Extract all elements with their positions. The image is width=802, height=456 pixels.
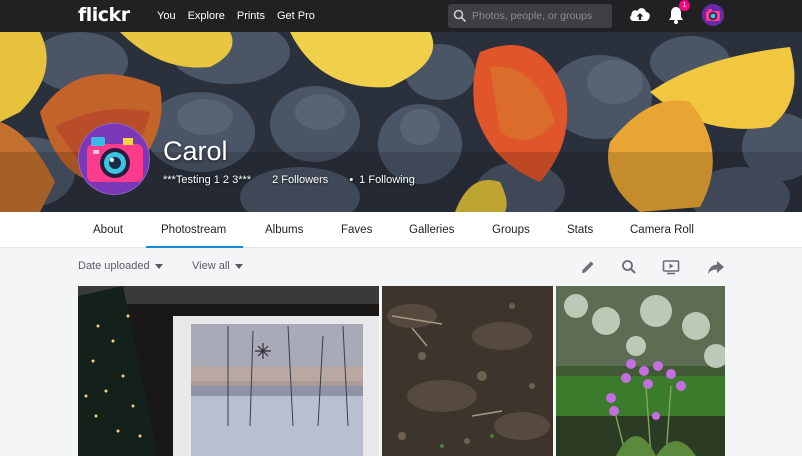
nav-you[interactable]: You [157, 10, 176, 22]
tab-camera-roll[interactable]: Camera Roll [630, 212, 694, 248]
profile-tagline: ***Testing 1 2 3*** [163, 174, 252, 186]
photo-thumbnail-pink-flowers[interactable] [556, 286, 725, 456]
photo-thumbnail-window-view[interactable] [78, 286, 379, 456]
tab-about[interactable]: About [93, 212, 123, 248]
chevron-down-icon [234, 263, 243, 269]
notification-badge: 1 [679, 0, 690, 11]
sort-dropdown[interactable]: Date uploaded [78, 260, 163, 272]
following-link[interactable]: 1 Following [359, 174, 415, 186]
photo-thumbnail-soil[interactable] [382, 286, 553, 456]
flickr-logo[interactable]: flickr [78, 4, 130, 26]
chevron-down-icon [154, 263, 163, 269]
tab-stats[interactable]: Stats [567, 212, 593, 248]
top-navigation-bar: flickr You Explore Prints Get Pro 1 [0, 0, 802, 32]
slideshow-icon[interactable] [662, 258, 680, 276]
view-label: View all [192, 260, 230, 272]
search-box [448, 4, 612, 28]
profile-avatar[interactable] [78, 123, 150, 195]
edit-icon[interactable] [579, 258, 597, 276]
search-input[interactable] [472, 10, 604, 22]
search-icon[interactable] [448, 4, 472, 28]
photostream-toolbar: Date uploaded View all [0, 249, 802, 285]
tab-groups[interactable]: Groups [492, 212, 530, 248]
tab-galleries[interactable]: Galleries [409, 212, 454, 248]
nav-get-pro[interactable]: Get Pro [277, 10, 315, 22]
user-avatar[interactable] [702, 4, 724, 26]
followers-link[interactable]: 2 Followers [272, 174, 328, 186]
view-dropdown[interactable]: View all [192, 260, 243, 272]
share-icon[interactable] [707, 258, 725, 276]
main-nav: You Explore Prints Get Pro [157, 0, 327, 32]
search-icon[interactable] [620, 258, 638, 276]
tab-photostream[interactable]: Photostream [161, 212, 226, 248]
tab-albums[interactable]: Albums [265, 212, 303, 248]
profile-stats: ***Testing 1 2 3*** 2 Followers • 1 Foll… [163, 174, 436, 186]
profile-tabs: About Photostream Albums Faves Galleries… [0, 212, 802, 248]
active-tab-indicator [146, 246, 243, 248]
profile-name: Carol [163, 136, 228, 166]
nav-prints[interactable]: Prints [237, 10, 265, 22]
upload-cloud-icon[interactable] [628, 5, 652, 30]
sort-label: Date uploaded [78, 260, 150, 272]
stats-separator: • [349, 174, 354, 186]
tab-faves[interactable]: Faves [341, 212, 372, 248]
nav-explore[interactable]: Explore [188, 10, 225, 22]
